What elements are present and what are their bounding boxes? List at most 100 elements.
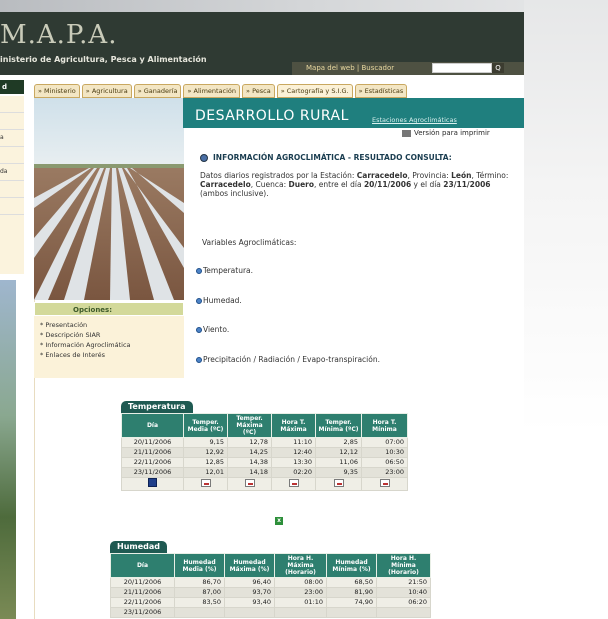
link-dot-icon — [196, 298, 202, 304]
excel-export-icon[interactable]: x — [275, 517, 283, 525]
table-cell: 87,00 — [174, 587, 225, 598]
left-nav-item[interactable]: da — [0, 164, 24, 181]
option-label: Descripción SIAR — [45, 331, 101, 339]
chart-icon[interactable] — [379, 478, 390, 487]
table-cell: 68,50 — [326, 577, 377, 588]
table-row: 21/11/2006 87,00 93,70 23:00 81,90 10:40 — [110, 587, 431, 598]
table-cell: 12:40 — [271, 447, 316, 458]
basin-name: Duero — [288, 180, 315, 189]
table-cell — [224, 607, 275, 618]
result-description: Datos diarios registrados por la Estació… — [200, 171, 512, 198]
column-header: Humedad Mínima (%) — [326, 553, 377, 578]
temperature-table-section: Temperatura Día Temper. Media (ºC) Tempe… — [121, 401, 408, 491]
table-cell: 11:10 — [271, 437, 316, 448]
desc-text: , entre el día — [314, 180, 364, 189]
bullet-icon — [200, 154, 208, 162]
site-subtitle: inisterio de Agricultura, Pesca y Alimen… — [0, 55, 207, 64]
province-name: León — [451, 171, 472, 180]
variable-label: Temperatura. — [203, 266, 254, 275]
options-panel: Opciones: * Presentación * Descripción S… — [34, 302, 184, 378]
chart-icon[interactable] — [244, 478, 255, 487]
desc-text: , Provincia: — [407, 171, 452, 180]
table-cell: 23/11/2006 — [110, 607, 175, 618]
table-actions-row — [121, 477, 408, 491]
search-input[interactable] — [432, 63, 492, 73]
variable-label: Viento. — [203, 325, 230, 334]
column-header: Temper. Media (ºC) — [183, 413, 228, 438]
table-cell: 14,18 — [227, 467, 272, 478]
left-nav-item[interactable] — [0, 96, 24, 113]
variable-link-viento[interactable]: Viento. — [196, 325, 229, 334]
option-presentacion[interactable]: * Presentación — [40, 320, 184, 330]
option-label: Presentación — [45, 321, 88, 329]
variable-link-precipitacion[interactable]: Precipitación / Radiación / Evapo-transp… — [196, 355, 380, 364]
date-from: 20/11/2006 — [363, 180, 412, 189]
save-icon[interactable] — [148, 478, 157, 487]
temperature-table: Día Temper. Media (ºC) Temper. Máxima (º… — [121, 413, 408, 491]
column-header: Humedad Máxima (%) — [224, 553, 275, 578]
options-title: Opciones: — [34, 302, 184, 316]
section-subtitle-link[interactable]: Estaciones Agroclimáticas — [372, 116, 457, 124]
table-row: 22/11/2006 12,85 14,38 13:30 11,06 06:50 — [121, 457, 408, 468]
table-cell — [174, 607, 225, 618]
tab-cartografia[interactable]: » Cartografía y S.I.G. — [276, 84, 353, 98]
background-right — [524, 0, 608, 619]
table-cell: 9,35 — [315, 467, 362, 478]
tab-alimentacion[interactable]: » Alimentación — [183, 84, 241, 98]
tab-agricultura[interactable]: » Agricultura — [81, 84, 132, 98]
main-tabs: » Ministerio » Agricultura » Ganadería »… — [34, 84, 524, 98]
left-nav-item[interactable] — [0, 198, 24, 215]
tab-estadisticas[interactable]: » Estadísticas — [354, 84, 408, 98]
header-links[interactable]: Mapa del web | Buscador — [306, 64, 394, 72]
desc-text: Datos diarios registrados por la Estació… — [200, 171, 357, 180]
tab-pesca[interactable]: » Pesca — [242, 84, 275, 98]
table-row: 20/11/2006 86,70 96,40 08:00 68,50 21:50 — [110, 577, 431, 588]
option-enlaces[interactable]: * Enlaces de Interés — [40, 350, 184, 360]
chart-icon[interactable] — [333, 478, 344, 487]
table-row: 21/11/2006 12,92 14,25 12:40 12,12 10:30 — [121, 447, 408, 458]
desc-text: , Cuenca: — [250, 180, 289, 189]
print-link[interactable]: Versión para imprimir — [402, 129, 490, 137]
site-logo[interactable]: M.A.P.A. — [0, 20, 117, 50]
table-cell: 06:50 — [361, 457, 408, 468]
column-header: Día — [110, 553, 175, 578]
left-nav-item[interactable] — [0, 113, 24, 130]
table-cell: 74,90 — [326, 597, 377, 608]
table-cell: 06:20 — [376, 597, 431, 608]
table-cell: 83,50 — [174, 597, 225, 608]
chart-icon[interactable] — [288, 478, 299, 487]
table-cell: 10:40 — [376, 587, 431, 598]
chart-cell — [315, 477, 362, 491]
chart-icon[interactable] — [200, 478, 211, 487]
table-cell: 07:00 — [361, 437, 408, 448]
table-cell: 12,92 — [183, 447, 228, 458]
option-descripcion[interactable]: * Descripción SIAR — [40, 330, 184, 340]
variable-label: Humedad. — [203, 296, 242, 305]
link-dot-icon — [196, 327, 202, 333]
table-cell: 96,40 — [224, 577, 275, 588]
left-nav-item[interactable] — [0, 147, 24, 164]
variable-link-temperatura[interactable]: Temperatura. — [196, 266, 253, 275]
table-cell: 22/11/2006 — [121, 457, 184, 468]
search-button[interactable]: Q — [492, 63, 504, 73]
table-cell: 11,06 — [315, 457, 362, 468]
desc-text: y el día — [411, 180, 444, 189]
table-cell: 21/11/2006 — [121, 447, 184, 458]
table-row: 22/11/2006 83,50 93,40 01:10 74,90 06:20 — [110, 597, 431, 608]
temperature-table-label: Temperatura — [121, 401, 193, 413]
variable-link-humedad[interactable]: Humedad. — [196, 296, 242, 305]
date-to: 23/11/2006 — [443, 180, 491, 189]
left-nav-item[interactable]: a — [0, 130, 24, 147]
option-informacion[interactable]: * Información Agroclimática — [40, 340, 184, 350]
chart-cell — [361, 477, 408, 491]
desc-text: (ambos inclusive). — [200, 189, 269, 198]
tab-ministerio[interactable]: » Ministerio — [34, 84, 80, 98]
humidity-table: Día Humedad Media (%) Humedad Máxima (%)… — [110, 553, 431, 618]
table-cell: 22/11/2006 — [110, 597, 175, 608]
left-nav-item[interactable] — [0, 181, 24, 198]
tab-ganaderia[interactable]: » Ganadería — [133, 84, 182, 98]
chart-cell — [183, 477, 228, 491]
table-cell: 13:30 — [271, 457, 316, 468]
table-cell: 20/11/2006 — [121, 437, 184, 448]
table-cell: 08:00 — [274, 577, 327, 588]
